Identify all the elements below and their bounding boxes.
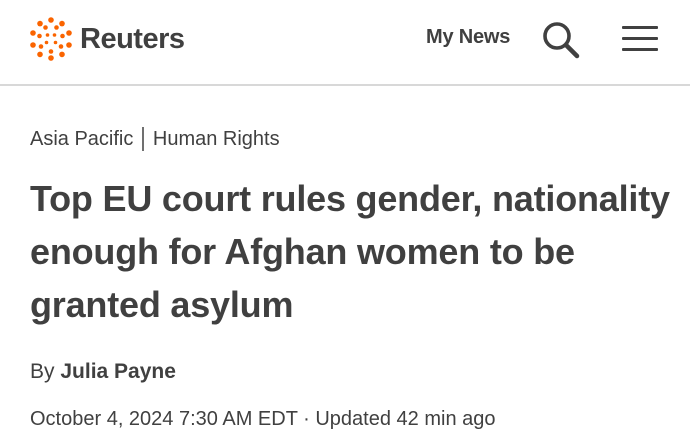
search-icon — [543, 22, 580, 59]
publish-date: October 4, 2024 7:30 AM EDT — [30, 408, 298, 430]
article-dateline: October 4, 2024 7:30 AM EDT · Updated 42… — [30, 408, 496, 431]
site-header: Reuters My News — [0, 0, 690, 86]
article-headline: Top EU court rules gender, nationality e… — [30, 178, 670, 325]
author-link[interactable]: Julia Payne — [60, 360, 176, 383]
breadcrumb-human-rights[interactable]: Human Rights — [153, 128, 280, 151]
menu-button[interactable] — [622, 26, 658, 56]
byline-prefix: By — [30, 360, 55, 383]
hamburger-menu-icon — [622, 48, 658, 51]
logo-text: Reuters — [80, 22, 185, 55]
search-button[interactable] — [540, 19, 582, 61]
updated-time: Updated 42 min ago — [315, 408, 496, 430]
byline: By Julia Payne — [30, 360, 176, 384]
breadcrumb: Asia Pacific Human Rights — [30, 127, 280, 151]
my-news-link[interactable]: My News — [426, 26, 510, 49]
reuters-logo[interactable]: Reuters — [28, 14, 185, 64]
hamburger-menu-icon — [622, 37, 658, 40]
breadcrumb-asia-pacific[interactable]: Asia Pacific — [30, 128, 133, 151]
breadcrumb-divider — [142, 127, 144, 151]
date-separator: · — [303, 408, 310, 430]
reuters-dots-icon — [30, 17, 72, 61]
hamburger-menu-icon — [622, 26, 658, 29]
